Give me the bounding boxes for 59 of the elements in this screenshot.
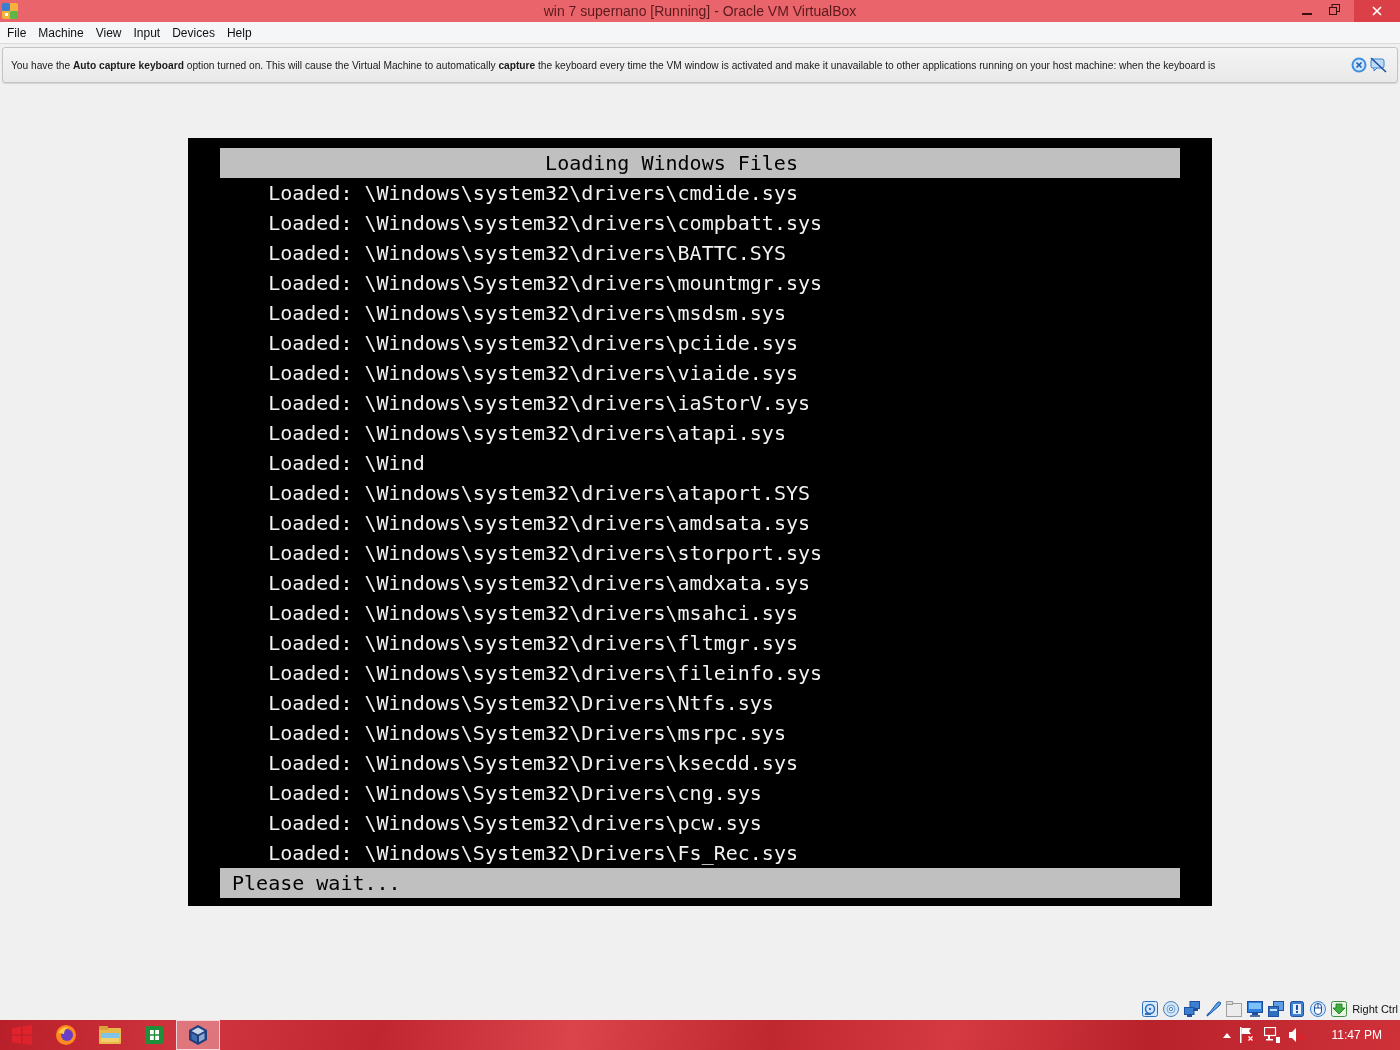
monitor-icon[interactable] (1247, 1001, 1264, 1017)
pen-icon[interactable] (1205, 1001, 1222, 1017)
spreadsheet-icon (145, 1026, 163, 1044)
console-line: Loaded: \Windows\System32\Drivers\Fs_Rec.sys (268, 840, 798, 867)
mouse-icon[interactable] (1310, 1001, 1327, 1017)
menu-item[interactable]: Devices (166, 25, 221, 40)
console-line: Loaded: \Windows\system32\drivers\storport.sys (268, 540, 823, 567)
console-line: Loaded: \Windows\system32\drivers\ataport.SYS (268, 480, 810, 507)
window-title: win 7 supernano [Running] - Oracle VM VirtualBox (543, 3, 857, 19)
console-line: Loaded: \Windows\System32\Drivers\ksecdd.sys (268, 750, 798, 777)
console-line: Loaded: \Windows\system32\drivers\msdsm.sys (268, 300, 786, 327)
console-line: Loaded: \Windows\system32\drivers\atapi.sys (268, 420, 786, 447)
console-line: Loaded: \Wind (268, 450, 425, 477)
grid-logo-icon (12, 1025, 32, 1045)
menu-item[interactable]: Help (220, 25, 258, 40)
monitor-icon[interactable] (1263, 1027, 1280, 1043)
disc-icon[interactable] (1163, 1001, 1180, 1017)
caret-up-icon[interactable] (1222, 1032, 1231, 1038)
menu-item[interactable]: Machine (32, 25, 90, 40)
console-header: Loading Windows Files (220, 148, 1180, 178)
app-logo-icon[interactable] (2, 3, 18, 19)
console-line: Loaded: \Windows\system32\drivers\iaStorV.sys (268, 390, 810, 417)
console-line: Loaded: \Windows\System32\Drivers\Ntfs.sys (268, 690, 774, 717)
console-line: Loaded: \Windows\system32\drivers\cmdide.sys (268, 180, 798, 207)
notification-text: You have the Auto capture keyboard option turned on. This will cause the Virtual Machine to automatically capture the keyboard every time the VM window is activated and make it unavailable to other applications running on your host machine: when the keyboard is (11, 59, 1217, 71)
crossed-bubble-icon[interactable] (1370, 57, 1387, 73)
console-line: Loaded: \Windows\system32\drivers\pciide.sys (268, 330, 798, 357)
console-line: Loaded: \Windows\system32\drivers\fltmgr.sys (268, 630, 798, 657)
close-icon[interactable] (1351, 57, 1367, 73)
menu-item[interactable]: View (89, 25, 128, 40)
console-line: Loaded: \Windows\system32\drivers\compbatt.sys (268, 210, 823, 237)
console-line: Loaded: \Windows\System32\drivers\mountmgr.sys (268, 270, 823, 297)
clock-time: 11:47 PM (1331, 1028, 1382, 1042)
disk-drive-icon[interactable] (1142, 1001, 1159, 1017)
console-line: Loaded: \Windows\system32\drivers\viaide.sys (268, 360, 798, 387)
console-line: Loaded: \Windows\system32\drivers\amdsata.sys (268, 510, 810, 537)
speaker-icon[interactable] (1288, 1028, 1305, 1042)
down-arrow-icon[interactable] (1331, 1001, 1348, 1017)
menu-item[interactable]: File (1, 25, 33, 40)
taskbar-button[interactable] (176, 1020, 220, 1050)
folder-icon (99, 1026, 121, 1044)
console-line: Loaded: \Windows\system32\drivers\BATTC.SYS (268, 240, 786, 267)
cube-icon (188, 1025, 208, 1045)
console-line: Loaded: \Windows\System32\drivers\pcw.sys (268, 810, 762, 837)
console-footer: Please wait... (220, 868, 1180, 898)
flag-icon[interactable] (1239, 1027, 1255, 1043)
console-line: Loaded: \Windows\System32\Drivers\cng.sys (268, 780, 762, 807)
console-line: Loaded: \Windows\System32\Drivers\msrpc.sys (268, 720, 786, 747)
menu-item[interactable]: Input (127, 25, 167, 40)
globe-icon (56, 1025, 76, 1045)
linked-screens-icon[interactable] (1184, 1001, 1201, 1017)
restore-icon[interactable] (1329, 3, 1340, 15)
console-line: Loaded: \Windows\system32\drivers\msahci.sys (268, 600, 798, 627)
console-line: Loaded: \Windows\system32\drivers\fileinfo.sys (268, 660, 823, 687)
host-key-label: Right Ctrl (1352, 1003, 1398, 1015)
stacked-windows-icon[interactable] (1268, 1001, 1285, 1017)
close-icon (1372, 6, 1382, 16)
console-line: Loaded: \Windows\system32\drivers\amdxata.sys (268, 570, 810, 597)
exclamation-tile-icon[interactable] (1289, 1001, 1306, 1017)
